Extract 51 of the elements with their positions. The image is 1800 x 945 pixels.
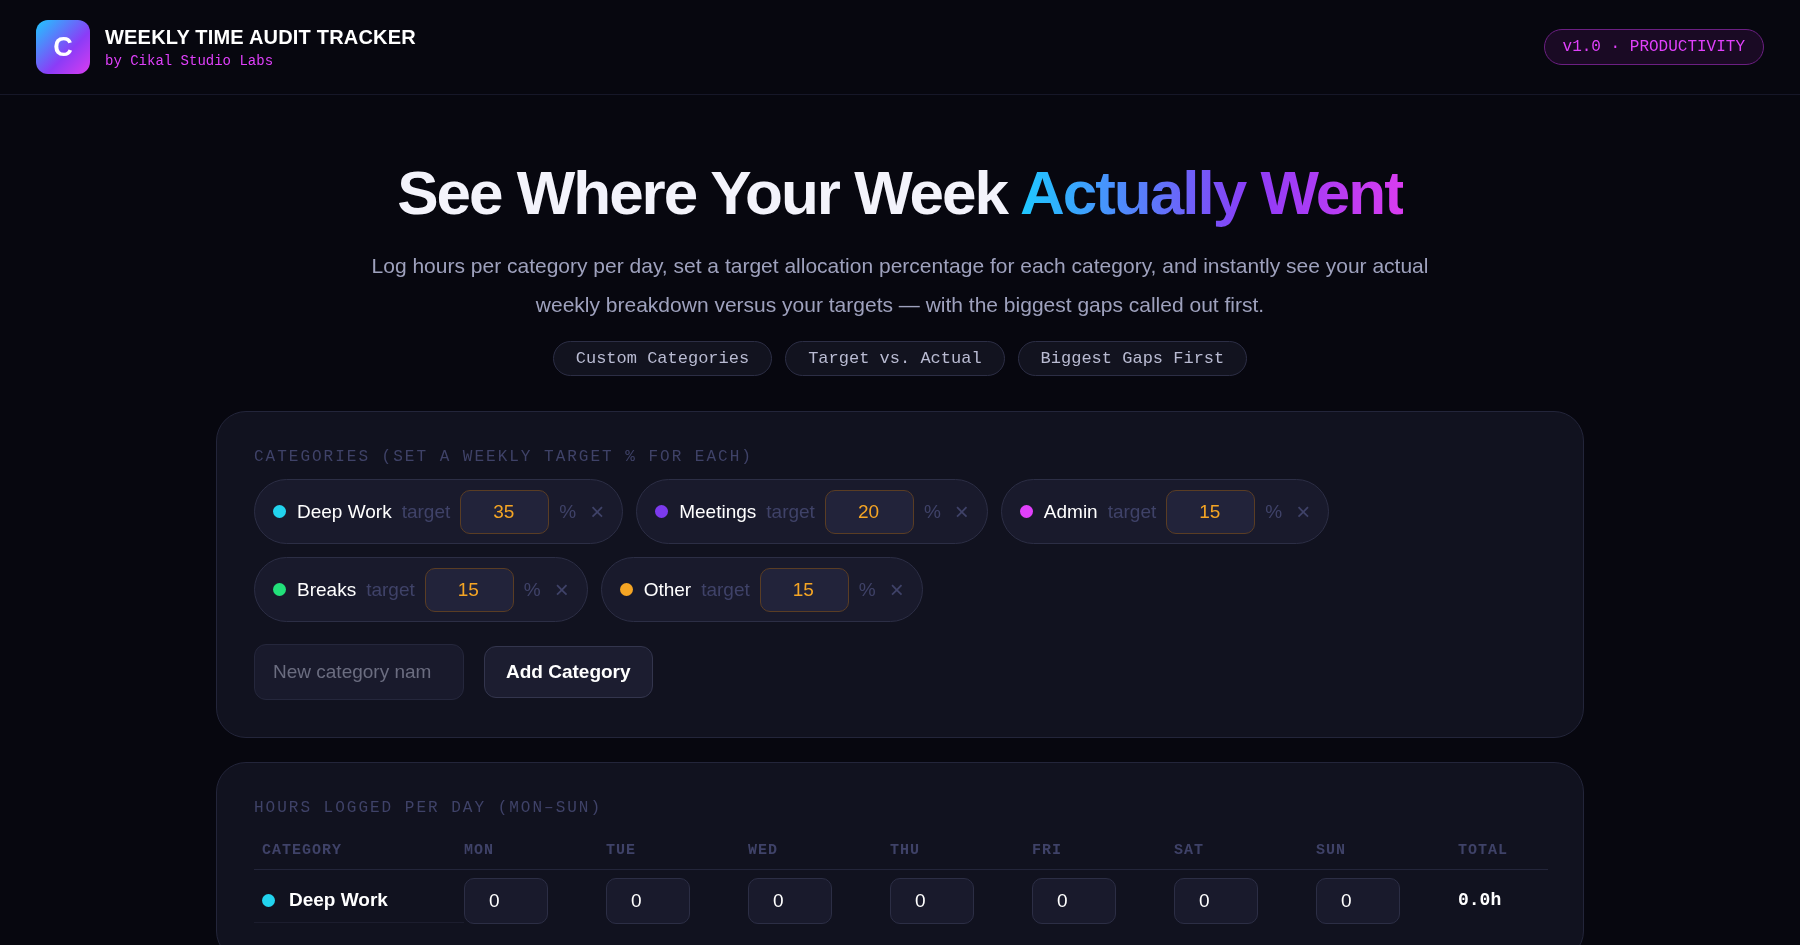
category-name: Meetings bbox=[679, 500, 757, 523]
target-label: target bbox=[766, 500, 815, 523]
target-input[interactable]: 15 bbox=[424, 567, 514, 612]
column-header: SAT bbox=[1174, 842, 1316, 870]
category-name: Deep Work bbox=[289, 889, 388, 911]
percent-sign: % bbox=[523, 578, 541, 601]
column-header: TUE bbox=[606, 842, 748, 870]
hours-input[interactable]: 0 bbox=[1032, 878, 1116, 924]
percent-sign: % bbox=[1265, 500, 1283, 523]
column-header: SUN bbox=[1316, 842, 1458, 870]
column-header: FRI bbox=[1032, 842, 1174, 870]
app-logo: C bbox=[36, 20, 90, 74]
feature-tag: Custom Categories bbox=[552, 341, 773, 376]
category-name: Breaks bbox=[297, 578, 357, 601]
category-name: Admin bbox=[1043, 500, 1098, 523]
hours-input[interactable]: 0 bbox=[1316, 878, 1400, 924]
percent-sign: % bbox=[559, 500, 577, 523]
target-label: target bbox=[701, 578, 750, 601]
feature-tag: Target vs. Actual bbox=[785, 341, 1005, 376]
hours-input[interactable]: 0 bbox=[606, 878, 690, 924]
target-input[interactable]: 15 bbox=[759, 567, 849, 612]
percent-sign: % bbox=[858, 578, 876, 601]
app-subtitle: by Cikal Studio Labs bbox=[105, 52, 275, 69]
target-label: target bbox=[401, 500, 451, 523]
hours-input[interactable]: 0 bbox=[748, 878, 832, 924]
app-title: WEEKLY TIME AUDIT TRACKER bbox=[105, 25, 416, 49]
column-header: THU bbox=[890, 842, 1032, 870]
column-header: WED bbox=[748, 842, 890, 870]
section-heading: CATEGORIES (SET A WEEKLY TARGET % FOR EACH) bbox=[254, 448, 754, 466]
category-name: Deep Work bbox=[297, 500, 392, 523]
version-badge: v1.0 · PRODUCTIVITY bbox=[1543, 29, 1764, 65]
row-total: 0.0h bbox=[1458, 889, 1503, 910]
target-input[interactable]: 20 bbox=[824, 489, 914, 534]
column-header: MON bbox=[464, 842, 606, 870]
target-input[interactable]: 35 bbox=[460, 489, 550, 534]
hero-description: Log hours per category per day, set a target allocation percentage for each category, and instantly see your actual weekly breakdown versus your targets — with the biggest gaps called out first. bbox=[370, 253, 1430, 318]
hours-input[interactable]: 0 bbox=[464, 878, 548, 924]
new-category-field[interactable]: New category nam bbox=[254, 644, 464, 700]
section-heading: HOURS LOGGED PER DAY (MON–SUN) bbox=[254, 799, 604, 817]
target-label: target bbox=[1107, 500, 1157, 523]
category-name: Other bbox=[643, 578, 692, 601]
target-input[interactable]: 15 bbox=[1166, 489, 1256, 534]
column-header: CATEGORY bbox=[254, 842, 464, 870]
feature-tag: Biggest Gaps First bbox=[1017, 341, 1248, 376]
hours-input[interactable]: 0 bbox=[890, 878, 974, 924]
percent-sign: % bbox=[923, 500, 941, 523]
hours-input[interactable]: 0 bbox=[1174, 878, 1258, 924]
column-header: TOTAL bbox=[1458, 842, 1548, 870]
hero-title: See Where Your Week Actually Went bbox=[397, 157, 1403, 228]
add-category-button[interactable]: Add Category bbox=[484, 646, 653, 698]
target-label: target bbox=[366, 578, 415, 601]
